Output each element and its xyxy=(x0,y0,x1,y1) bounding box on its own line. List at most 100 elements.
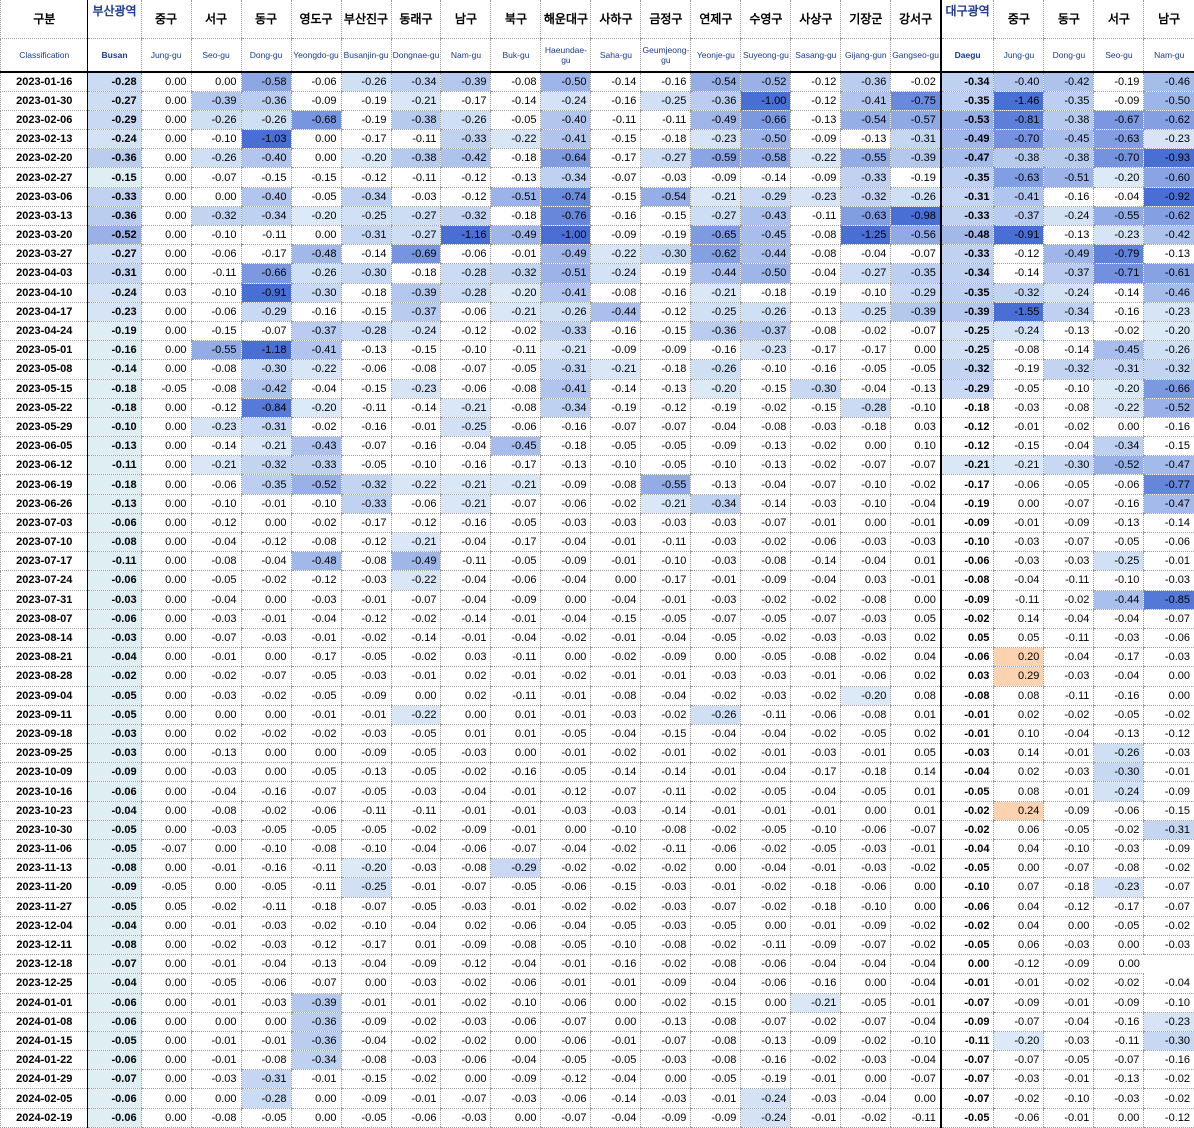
table-row: 2023-04-03-0.310.00-0.11-0.66-0.26-0.30-… xyxy=(1,264,1194,283)
value-cell: -0.39 xyxy=(891,302,941,321)
column-header-english: Seo-gu xyxy=(1094,38,1144,72)
value-cell: -0.12 xyxy=(941,417,994,436)
value-cell: -0.05 xyxy=(291,763,341,782)
value-cell: -0.01 xyxy=(591,533,641,552)
value-cell: -0.48 xyxy=(291,245,341,264)
value-cell: -0.08 xyxy=(491,379,541,398)
table-row: 2023-11-27-0.050.05-0.02-0.11-0.18-0.07-… xyxy=(1,897,1194,916)
value-cell: -0.09 xyxy=(641,648,691,667)
value-cell: 0.00 xyxy=(141,1070,191,1089)
value-cell: -0.18 xyxy=(291,897,341,916)
row-date: 2023-02-20 xyxy=(1,149,88,168)
value-cell: -0.25 xyxy=(1094,552,1144,571)
value-cell: -0.45 xyxy=(741,226,791,245)
value-cell: 0.00 xyxy=(841,801,891,820)
value-cell: -0.16 xyxy=(591,91,641,110)
value-cell: -0.19 xyxy=(341,110,391,129)
value-cell: 0.00 xyxy=(141,456,191,475)
value-cell: -0.55 xyxy=(1094,206,1144,225)
value-cell: -0.05 xyxy=(191,974,241,993)
value-cell: -0.18 xyxy=(1044,878,1094,897)
value-cell: -0.05 xyxy=(941,1108,994,1127)
value-cell: -0.09 xyxy=(1044,801,1094,820)
value-cell: -0.08 xyxy=(641,820,691,839)
value-cell: -0.06 xyxy=(1144,628,1194,647)
value-cell: -0.31 xyxy=(941,187,994,206)
column-header-english: Nam-gu xyxy=(441,38,491,72)
table-row: 2023-05-15-0.18-0.05-0.08-0.42-0.04-0.15… xyxy=(1,379,1194,398)
value-cell: -0.50 xyxy=(741,264,791,283)
value-cell: 0.02 xyxy=(891,667,941,686)
value-cell: -0.15 xyxy=(1144,801,1194,820)
value-cell: -0.02 xyxy=(691,744,741,763)
value-cell: -0.01 xyxy=(1144,552,1194,571)
value-cell: -0.28 xyxy=(441,283,491,302)
value-cell: 0.03 xyxy=(441,648,491,667)
value-cell: 0.02 xyxy=(891,724,941,743)
value-cell: -0.18 xyxy=(391,264,441,283)
value-cell: -0.08 xyxy=(791,648,841,667)
value-cell: -0.21 xyxy=(941,456,994,475)
value-cell: -0.04 xyxy=(691,417,741,436)
value-cell: -0.11 xyxy=(88,456,141,475)
value-cell: -0.21 xyxy=(641,494,691,513)
value-cell: -0.01 xyxy=(691,878,741,897)
value-cell: -0.10 xyxy=(1094,571,1144,590)
value-cell: 0.00 xyxy=(891,878,941,897)
value-cell: 0.00 xyxy=(141,360,191,379)
value-cell: -0.35 xyxy=(1044,91,1094,110)
value-cell: 0.00 xyxy=(541,820,591,839)
value-cell: 0.00 xyxy=(141,686,191,705)
value-cell: -0.01 xyxy=(391,1089,441,1108)
value-cell: -0.14 xyxy=(591,763,641,782)
column-header-korean: 해운대구 xyxy=(541,0,591,38)
value-cell: -0.02 xyxy=(541,897,591,916)
value-cell: -0.08 xyxy=(941,571,994,590)
value-cell: -0.02 xyxy=(491,321,541,340)
value-cell: -0.07 xyxy=(591,782,641,801)
value-cell: -0.06 xyxy=(941,897,994,916)
column-header-korean: 연제구 xyxy=(691,0,741,38)
value-cell: -0.08 xyxy=(691,1031,741,1050)
value-cell: -0.06 xyxy=(391,494,441,513)
value-cell: -0.04 xyxy=(441,571,491,590)
column-header-english: Suyeong-gu xyxy=(741,38,791,72)
column-header-korean: 대구광역 xyxy=(941,0,994,38)
value-cell: -0.03 xyxy=(88,590,141,609)
value-cell: -0.11 xyxy=(891,1108,941,1127)
value-cell: -0.03 xyxy=(441,897,491,916)
value-cell: -0.02 xyxy=(191,667,241,686)
value-cell: -0.04 xyxy=(1044,1012,1094,1031)
value-cell: 0.00 xyxy=(141,993,191,1012)
table-row: 2023-06-26-0.130.00-0.10-0.01-0.10-0.33-… xyxy=(1,494,1194,513)
value-cell: -0.32 xyxy=(994,283,1044,302)
value-cell: -0.10 xyxy=(1044,840,1094,859)
value-cell: -0.30 xyxy=(641,245,691,264)
value-cell: -0.18 xyxy=(88,475,141,494)
value-cell: -0.03 xyxy=(641,1089,691,1108)
row-date: 2023-02-06 xyxy=(1,110,88,129)
value-cell: -0.14 xyxy=(641,763,691,782)
value-cell: -0.30 xyxy=(341,264,391,283)
value-cell: -0.16 xyxy=(641,283,691,302)
value-cell: -0.07 xyxy=(541,1012,591,1031)
value-cell: -0.10 xyxy=(591,820,641,839)
value-cell: -0.09 xyxy=(541,552,591,571)
value-cell: -0.02 xyxy=(691,820,741,839)
value-cell: -0.08 xyxy=(791,226,841,245)
value-cell: -0.04 xyxy=(941,840,994,859)
column-header-korean: 중구 xyxy=(994,0,1044,38)
value-cell: -0.09 xyxy=(691,437,741,456)
row-date: 2023-08-21 xyxy=(1,648,88,667)
value-cell: -0.01 xyxy=(891,840,941,859)
value-cell: -0.32 xyxy=(1044,360,1094,379)
value-cell: -0.07 xyxy=(1044,494,1094,513)
value-cell: -0.08 xyxy=(88,533,141,552)
value-cell: -0.17 xyxy=(341,130,391,149)
value-cell: 0.03 xyxy=(141,283,191,302)
value-cell: -0.11 xyxy=(391,168,441,187)
value-cell: -0.39 xyxy=(941,302,994,321)
value-cell: -0.11 xyxy=(641,840,691,859)
value-cell: -0.08 xyxy=(88,859,141,878)
value-cell: -0.04 xyxy=(441,590,491,609)
